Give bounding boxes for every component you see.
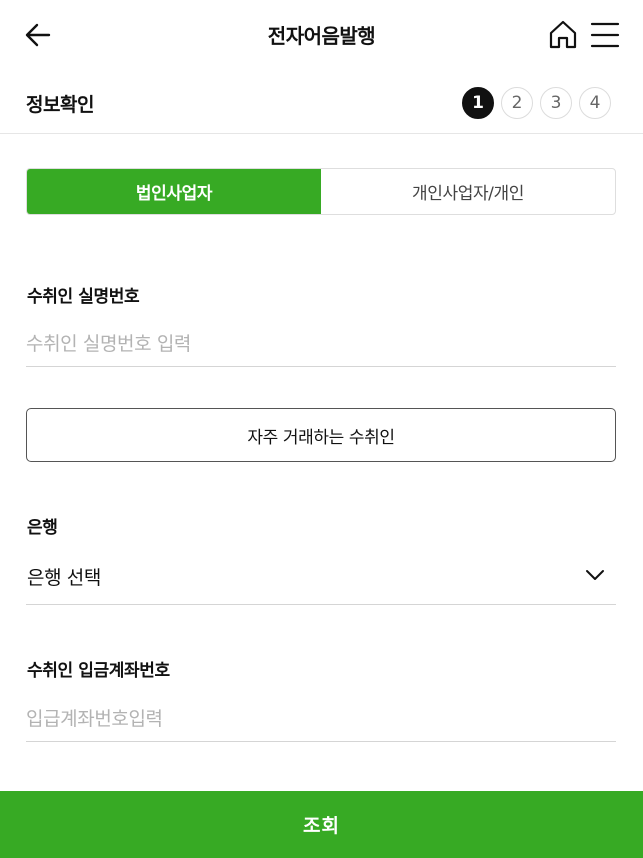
home-button[interactable] — [546, 18, 580, 52]
inquiry-button[interactable]: 조회 — [0, 791, 643, 858]
business-type-toggle: 법인사업자 개인사업자/개인 — [26, 168, 616, 215]
app-header: 전자어음발행 — [0, 0, 643, 68]
step-1: 1 — [462, 87, 494, 119]
bank-label: 은행 — [27, 518, 58, 538]
hamburger-menu-icon — [590, 22, 620, 48]
step-3: 3 — [540, 87, 572, 119]
step-4: 4 — [579, 87, 611, 119]
bank-select-value: 은행 선택 — [27, 567, 101, 589]
home-icon — [549, 20, 577, 49]
tab-individual[interactable]: 개인사업자/개인 — [321, 169, 615, 214]
account-number-input[interactable] — [26, 697, 616, 742]
chevron-down-icon — [586, 570, 604, 580]
menu-button[interactable] — [588, 18, 622, 52]
step-2: 2 — [501, 87, 533, 119]
step-title: 정보확인 — [26, 94, 94, 116]
step-bar: 정보확인 1 2 3 4 — [0, 68, 643, 134]
recipient-id-label: 수취인 실명번호 — [27, 287, 140, 307]
step-indicator: 1 2 3 4 — [462, 87, 611, 119]
bank-select[interactable]: 은행 선택 — [26, 552, 616, 605]
recipient-id-input[interactable] — [26, 322, 616, 367]
frequent-recipient-button[interactable]: 자주 거래하는 수취인 — [26, 408, 616, 462]
tab-corporate[interactable]: 법인사업자 — [27, 169, 321, 214]
account-label: 수취인 입금계좌번호 — [27, 661, 170, 681]
